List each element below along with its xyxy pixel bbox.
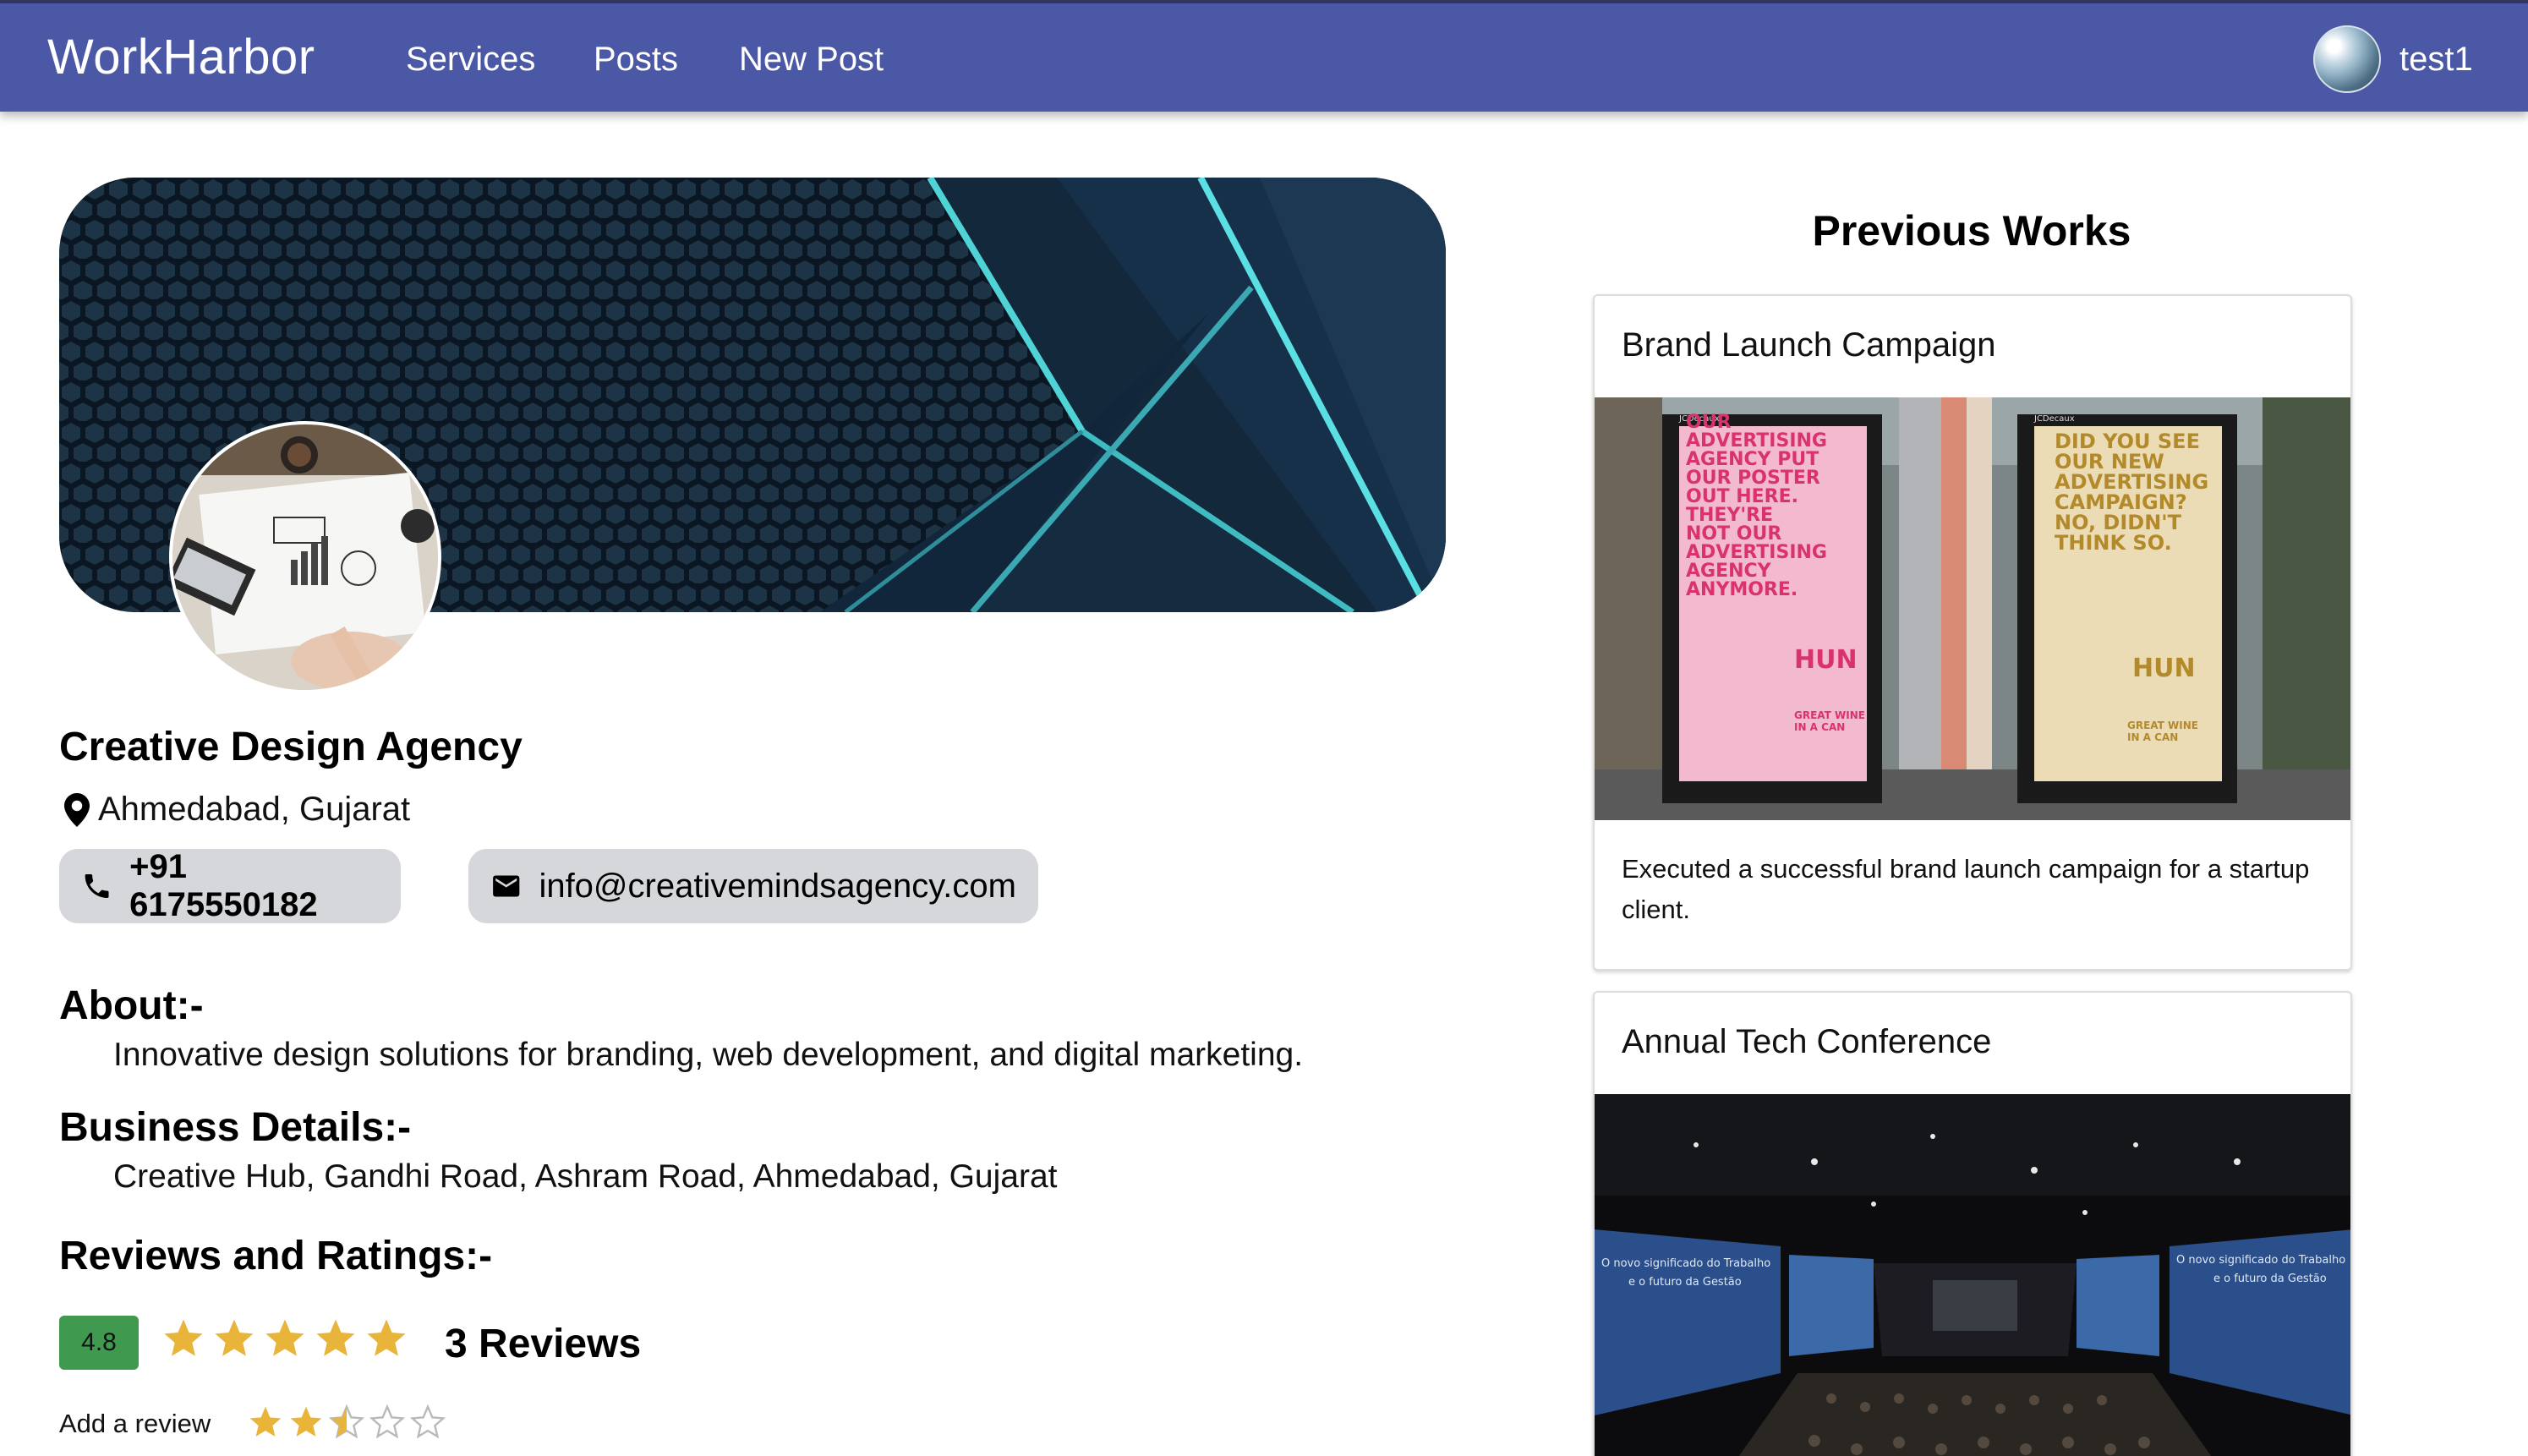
nav-link-posts[interactable]: Posts — [594, 41, 678, 79]
work-card-title: Brand Launch Campaign — [1622, 326, 1996, 364]
about-text: Innovative design solutions for branding… — [113, 1037, 1304, 1073]
add-review-stars[interactable] — [247, 1404, 446, 1441]
mail-icon — [493, 875, 520, 897]
location: Ahmedabad, Gujarat — [64, 791, 410, 829]
poster-right-line: THINK SO. — [2055, 531, 2172, 555]
user-avatar[interactable] — [2313, 25, 2381, 93]
poster-right-tagline-2: IN A CAN — [2127, 731, 2178, 743]
email-chip[interactable]: info@creativemindsagency.com — [468, 849, 1038, 923]
star-filled-icon — [164, 1319, 203, 1356]
poster-left-brand: HUN — [1794, 645, 1858, 675]
phone-chip[interactable]: +91 6175550182 — [59, 848, 401, 923]
star-filled-icon[interactable] — [247, 1404, 284, 1441]
profile-picture-graphic — [172, 424, 438, 690]
location-text: Ahmedabad, Gujarat — [98, 791, 411, 828]
screen-left-line-2: e o futuro da Gestão — [1628, 1276, 1742, 1289]
poster-left-line: ANYMORE. — [1686, 579, 1798, 600]
brand-campaign-photo: JCDecaux JCDecaux OURADVERTISINGAGENCY P… — [1595, 397, 2350, 820]
agency-name: Creative Design Agency — [59, 725, 523, 769]
star-empty-icon[interactable] — [409, 1404, 446, 1441]
poster-header-right: JCDecaux — [2033, 414, 2075, 424]
location-pin-icon — [64, 792, 90, 827]
poster-left-tagline-2: IN A CAN — [1794, 721, 1845, 733]
work-card-description: Executed a successful brand launch campa… — [1622, 854, 2310, 924]
work-card-title: Annual Tech Conference — [1622, 1023, 1992, 1060]
nav-link-new-post[interactable]: New Post — [739, 41, 884, 79]
add-review-label: Add a review — [59, 1409, 211, 1438]
previous-works-title: Previous Works — [1812, 207, 2131, 255]
business-details-text: Creative Hub, Gandhi Road, Ashram Road, … — [113, 1158, 1058, 1195]
poster-left-tagline-1: GREAT WINE — [1794, 709, 1865, 721]
work-card-image: O novo significado do Trabalho e o futur… — [1595, 1094, 2350, 1456]
screen-right-line-2: e o futuro da Gestão — [2213, 1273, 2327, 1285]
reviews-heading: Reviews and Ratings:- — [59, 1234, 493, 1278]
nav-link-services[interactable]: Services — [406, 41, 535, 79]
phone-number: +91 6175550182 — [129, 848, 318, 923]
rating-badge: 4.8 — [59, 1316, 139, 1370]
reviews-count: 3 Reviews — [445, 1322, 642, 1366]
work-card[interactable]: Annual Tech Conference O novo significad… — [1593, 991, 2352, 1456]
phone-icon — [85, 874, 109, 898]
brand-logo[interactable]: WorkHarbor — [47, 29, 315, 85]
star-half-icon[interactable] — [328, 1404, 365, 1441]
poster-right-brand: HUN — [2132, 654, 2196, 683]
star-filled-icon — [265, 1319, 304, 1356]
screen-right-line-1: O novo significado do Trabalho — [2176, 1254, 2345, 1267]
about-heading: About:- — [59, 983, 204, 1028]
user-name[interactable]: test1 — [2399, 41, 2473, 79]
navbar: WorkHarbor Services Posts New Post test1 — [0, 0, 2528, 112]
star-empty-icon[interactable] — [369, 1404, 406, 1441]
star-filled-icon[interactable] — [287, 1404, 325, 1441]
star-filled-icon — [367, 1319, 406, 1356]
email-address: info@creativemindsagency.com — [539, 867, 1016, 905]
tech-conference-photo: O novo significado do Trabalho e o futur… — [1595, 1094, 2350, 1456]
work-card-image: JCDecaux JCDecaux OUR ADVERTISING AGENCY P… — [1595, 397, 2350, 820]
profile-picture — [169, 421, 441, 693]
work-card[interactable]: Brand Launch Campaign JCDecaux JCDecaux … — [1593, 294, 2352, 971]
rating-stars — [161, 1316, 409, 1361]
poster-right-tagline-1: GREAT WINE — [2127, 720, 2198, 731]
star-filled-icon — [215, 1319, 254, 1356]
star-filled-icon — [316, 1319, 355, 1356]
business-details-heading: Business Details:- — [59, 1105, 412, 1150]
screen-left-line-1: O novo significado do Trabalho — [1601, 1257, 1770, 1270]
